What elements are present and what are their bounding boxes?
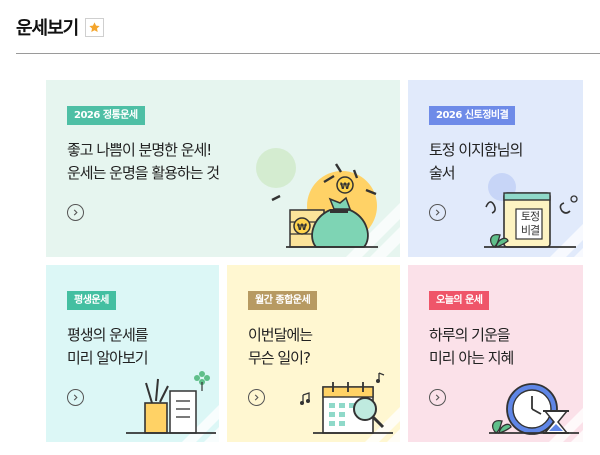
- card-title: 하루의 기운을 미리 아는 지혜: [429, 326, 514, 367]
- go-button[interactable]: [429, 204, 446, 221]
- card-yearly-fortune[interactable]: 2026 정통운세 좋고 나쁨이 분명한 운세! 운세는 운명을 활용하는 것 …: [46, 80, 400, 257]
- clock-hourglass-icon: [489, 383, 583, 442]
- card-title: 평생의 운세를 미리 알아보기: [67, 326, 149, 367]
- chevron-right-icon: [73, 394, 78, 401]
- chevron-right-icon: [254, 394, 259, 401]
- calendar-magnifier-icon: [300, 372, 400, 442]
- money-bag-icon: ₩ ₩: [256, 148, 400, 257]
- favorite-button[interactable]: [85, 17, 105, 37]
- card-tojeong-bigyeol[interactable]: 2026 신토정비결 토정 이지함님의 술서 토정 비결: [408, 80, 583, 257]
- svg-text:₩: ₩: [297, 223, 307, 233]
- card-badge: 월간 종합운세: [248, 291, 318, 310]
- chevron-right-icon: [73, 209, 78, 216]
- page-title: 운세보기: [16, 18, 79, 39]
- card-daily-fortune[interactable]: 오늘의 운세 하루의 기운을 미리 아는 지혜: [408, 265, 583, 442]
- go-button[interactable]: [429, 389, 446, 406]
- header: 운세보기: [16, 12, 105, 42]
- go-button[interactable]: [67, 389, 84, 406]
- card-badge: 오늘의 운세: [429, 291, 490, 310]
- card-badge: 평생운세: [67, 291, 116, 310]
- card-badge: 2026 신토정비결: [429, 106, 516, 125]
- book-cover-text: 토정 비결: [520, 210, 540, 237]
- chevron-right-icon: [435, 209, 440, 216]
- card-lifetime-fortune[interactable]: 평생운세 평생의 운세를 미리 알아보기: [46, 265, 219, 442]
- go-button[interactable]: [67, 204, 84, 221]
- svg-text:₩: ₩: [340, 182, 350, 192]
- go-button[interactable]: [248, 389, 265, 406]
- card-badge: 2026 정통운세: [67, 106, 145, 125]
- header-divider: [16, 53, 600, 54]
- pencil-cup-icon: [126, 371, 219, 442]
- star-icon: [89, 21, 100, 32]
- card-monthly-fortune[interactable]: 월간 종합운세 이번달에는 무슨 일이?: [227, 265, 400, 442]
- card-title: 이번달에는 무슨 일이?: [248, 326, 313, 367]
- chevron-right-icon: [435, 394, 440, 401]
- card-title: 좋고 나쁨이 분명한 운세! 운세는 운명을 활용하는 것: [67, 141, 220, 182]
